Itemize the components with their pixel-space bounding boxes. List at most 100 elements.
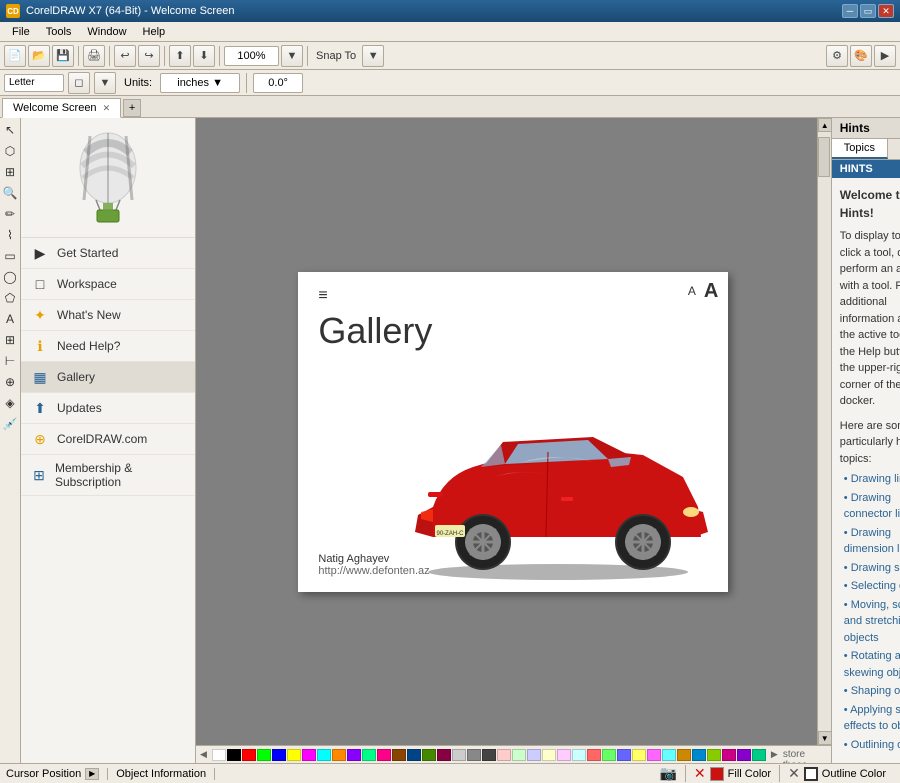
units-select[interactable]: inches ▼ — [160, 73, 240, 93]
hints-topic-9[interactable]: Outlining objects — [840, 737, 900, 754]
tab-welcome-screen[interactable]: Welcome Screen ✕ — [2, 98, 121, 118]
menu-tools[interactable]: Tools — [38, 24, 80, 40]
vertical-scrollbar[interactable]: ▲ ▼ — [817, 118, 831, 745]
nav-item-workspace[interactable]: □ Workspace — [21, 269, 195, 300]
palette-swatch-12[interactable] — [392, 749, 406, 761]
palette-swatch-22[interactable] — [542, 749, 556, 761]
palette-swatch-3[interactable] — [257, 749, 271, 761]
nav-item-need-help[interactable]: ℹ Need Help? — [21, 331, 195, 362]
minimize-button[interactable]: ─ — [842, 4, 858, 18]
crop-tool[interactable]: ⊞ — [0, 162, 20, 182]
hints-topic-6[interactable]: Rotating and skewing objects — [840, 648, 900, 681]
nav-item-coreldraw-com[interactable]: ⊕ CorelDRAW.com — [21, 424, 195, 455]
menu-window[interactable]: Window — [79, 24, 134, 40]
palette-right-arrow[interactable]: ▶ — [771, 749, 778, 760]
status-camera-icon[interactable]: 📷 — [659, 765, 676, 782]
palette-swatch-14[interactable] — [422, 749, 436, 761]
blend-tool[interactable]: ⊕ — [0, 372, 20, 392]
fill-color-swatch[interactable] — [710, 767, 724, 781]
paper-size[interactable]: Letter — [4, 74, 64, 92]
restore-button[interactable]: ▭ — [860, 4, 876, 18]
scroll-up-button[interactable]: ▲ — [818, 118, 831, 132]
palette-swatch-28[interactable] — [632, 749, 646, 761]
export-button[interactable]: ⬇ — [193, 45, 215, 67]
hints-topic-4[interactable]: Selecting objects — [840, 578, 900, 595]
palette-swatch-23[interactable] — [557, 749, 571, 761]
nav-item-updates[interactable]: ⬆ Updates — [21, 393, 195, 424]
cursor-position-expand[interactable]: ▶ — [85, 768, 99, 780]
import-button[interactable]: ⬆ — [169, 45, 191, 67]
palette-swatch-31[interactable] — [677, 749, 691, 761]
color-settings[interactable]: 🎨 — [850, 45, 872, 67]
scroll-down-button[interactable]: ▼ — [818, 731, 831, 745]
parallel-dims[interactable]: ⊢ — [0, 351, 20, 371]
palette-swatch-2[interactable] — [242, 749, 256, 761]
nav-item-whats-new[interactable]: ✦ What's New — [21, 300, 195, 331]
palette-swatch-15[interactable] — [437, 749, 451, 761]
hints-topic-3[interactable]: Drawing shapes — [840, 560, 900, 577]
palette-swatch-30[interactable] — [662, 749, 676, 761]
shape-tool[interactable]: ⬡ — [0, 141, 20, 161]
palette-swatch-32[interactable] — [692, 749, 706, 761]
palette-swatch-4[interactable] — [272, 749, 286, 761]
palette-left-arrow[interactable]: ◀ — [200, 749, 207, 760]
fill-tool[interactable]: ◈ — [0, 393, 20, 413]
color-eyedropper[interactable]: 💉 — [0, 414, 20, 434]
save-button[interactable]: 💾 — [52, 45, 74, 67]
menu-help[interactable]: Help — [135, 24, 174, 40]
nav-item-get-started[interactable]: ▶ Get Started — [21, 238, 195, 269]
ellipse-tool[interactable]: ◯ — [0, 267, 20, 287]
polygon-tool[interactable]: ⬠ — [0, 288, 20, 308]
palette-swatch-17[interactable] — [467, 749, 481, 761]
angle-field[interactable]: 0.0° — [253, 73, 303, 93]
hints-topic-5[interactable]: Moving, scaling, and stretching objects — [840, 597, 900, 647]
outline-color-swatch[interactable] — [804, 767, 818, 781]
publish-button[interactable]: ▶ — [874, 45, 896, 67]
undo-button[interactable]: ↩ — [114, 45, 136, 67]
close-button[interactable]: ✕ — [878, 4, 894, 18]
new-tab-button[interactable]: + — [123, 99, 141, 117]
palette-swatch-8[interactable] — [332, 749, 346, 761]
open-button[interactable]: 📂 — [28, 45, 50, 67]
scroll-thumb[interactable] — [818, 137, 830, 177]
scroll-track[interactable] — [818, 132, 831, 731]
menu-file[interactable]: File — [4, 24, 38, 40]
palette-swatch-16[interactable] — [452, 749, 466, 761]
palette-swatch-20[interactable] — [512, 749, 526, 761]
palette-swatch-18[interactable] — [482, 749, 496, 761]
palette-swatch-19[interactable] — [497, 749, 511, 761]
new-button[interactable]: 📄 — [4, 45, 26, 67]
rectangle-tool[interactable]: ▭ — [0, 246, 20, 266]
print-button[interactable]: 🖨 — [83, 45, 105, 67]
palette-swatch-1[interactable] — [227, 749, 241, 761]
select-tool[interactable]: ↖ — [0, 120, 20, 140]
palette-swatch-7[interactable] — [317, 749, 331, 761]
text-tool[interactable]: A — [0, 309, 20, 329]
freehand-tool[interactable]: ✏ — [0, 204, 20, 224]
hints-topic-0[interactable]: Drawing lines — [840, 471, 900, 488]
tab-close-icon[interactable]: ✕ — [103, 103, 111, 114]
options-button[interactable]: ⚙ — [826, 45, 848, 67]
zoom-tool[interactable]: 🔍 — [0, 183, 20, 203]
hints-topic-8[interactable]: Applying special effects to objects — [840, 702, 900, 735]
palette-swatch-9[interactable] — [347, 749, 361, 761]
hints-tab-topics[interactable]: Topics — [832, 139, 888, 159]
palette-swatch-0[interactable] — [212, 749, 226, 761]
hints-topic-7[interactable]: Shaping objects — [840, 683, 900, 700]
palette-swatch-36[interactable] — [752, 749, 766, 761]
hints-topic-2[interactable]: Drawing dimension lines — [840, 525, 900, 558]
page-orientation[interactable]: ◻ — [68, 72, 90, 94]
palette-swatch-33[interactable] — [707, 749, 721, 761]
palette-swatch-13[interactable] — [407, 749, 421, 761]
hints-tab-videos[interactable]: Videos — [888, 139, 900, 159]
palette-swatch-25[interactable] — [587, 749, 601, 761]
redo-button[interactable]: ↪ — [138, 45, 160, 67]
palette-swatch-26[interactable] — [602, 749, 616, 761]
nav-item-gallery[interactable]: ▦ Gallery — [21, 362, 195, 393]
palette-swatch-5[interactable] — [287, 749, 301, 761]
hints-topic-1[interactable]: Drawing connector lines — [840, 490, 900, 523]
palette-swatch-34[interactable] — [722, 749, 736, 761]
nav-item-membership[interactable]: ⊞ Membership & Subscription — [21, 455, 195, 496]
canvas-content[interactable]: ≡ Gallery A A — [196, 118, 831, 745]
snap-dropdown[interactable]: ▼ — [362, 45, 384, 67]
